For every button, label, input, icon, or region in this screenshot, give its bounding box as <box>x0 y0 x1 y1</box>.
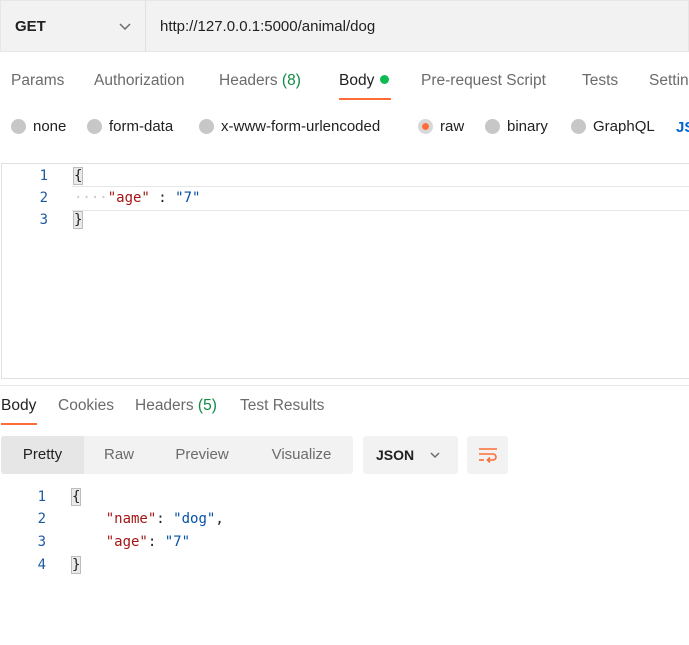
line-number: 3 <box>39 212 48 228</box>
tab-label: Test Results <box>240 397 325 414</box>
editor-line: 3 } <box>2 211 689 234</box>
open-brace: { <box>72 167 84 185</box>
radio-label: form-data <box>109 118 174 135</box>
tab-label: Headers <box>135 397 194 414</box>
request-body-editor[interactable]: 1 { 2 ····"age" : "7" 3 } <box>1 163 689 379</box>
line-number: 3 <box>37 534 46 550</box>
language-label: JSON <box>376 447 415 463</box>
json-key: "age" <box>107 190 150 206</box>
tab-label: Tests <box>582 72 619 89</box>
radio-circle <box>87 119 102 134</box>
radio-label: GraphQL <box>593 118 655 135</box>
line-number: 1 <box>37 489 46 505</box>
radio-circle <box>485 119 500 134</box>
close-brace: } <box>70 556 82 574</box>
response-language-select[interactable]: JSON <box>363 436 458 474</box>
json-separator: : <box>156 511 174 527</box>
tab-label: Body <box>339 72 375 89</box>
editor-line: 2 ····"age" : "7" <box>2 190 689 212</box>
line-number: 1 <box>39 168 48 184</box>
wrap-lines-button[interactable] <box>467 436 508 474</box>
chevron-down-icon <box>119 23 131 31</box>
radio-circle <box>571 119 586 134</box>
radio-graphql[interactable]: GraphQL <box>571 118 655 135</box>
response-line: 2 "name": "dog", <box>0 511 689 534</box>
method-label: GET <box>15 17 46 35</box>
active-tab-underline <box>1 423 37 425</box>
tab-label: Headers <box>219 72 278 89</box>
tab-authorization[interactable]: Authorization <box>94 72 184 90</box>
json-key: "name" <box>105 511 157 527</box>
line-number: 2 <box>39 190 48 206</box>
json-value: "7" <box>175 190 201 206</box>
radio-none[interactable]: none <box>11 118 66 135</box>
open-brace: { <box>70 488 82 506</box>
chevron-down-icon <box>430 452 440 459</box>
radio-circle-selected <box>418 119 433 134</box>
response-format-group: Pretty Raw Preview Visualize <box>1 436 353 474</box>
radio-label: binary <box>507 118 548 135</box>
tab-headers[interactable]: Headers (8) <box>219 72 301 90</box>
tab-label: Pre-request Script <box>421 72 546 89</box>
tab-tests[interactable]: Tests <box>582 72 618 90</box>
pane-divider[interactable] <box>0 385 689 386</box>
json-key: "age" <box>105 534 148 550</box>
radio-label: x-www-form-urlencoded <box>221 118 381 135</box>
active-tab-underline <box>339 98 391 100</box>
tab-pre-request-script[interactable]: Pre-request Script <box>421 72 546 90</box>
tab-label: Authorization <box>94 72 185 89</box>
radio-x-www-form-urlencoded[interactable]: x-www-form-urlencoded <box>199 118 380 135</box>
response-tabs: Body Cookies Headers (5) Test Results <box>0 394 689 428</box>
response-tab-headers[interactable]: Headers (5) <box>135 397 217 415</box>
json-comma: , <box>215 511 224 527</box>
tab-label: Cookies <box>58 397 114 414</box>
tab-label: Params <box>11 72 65 89</box>
tab-label: Settin <box>649 72 689 89</box>
format-pretty-button[interactable]: Pretty <box>1 436 84 474</box>
wrap-lines-icon <box>478 448 497 463</box>
radio-binary[interactable]: binary <box>485 118 548 135</box>
response-body-viewer: 1 { 2 "name": "dog", 3 "age": "7" 4 } <box>0 488 689 588</box>
url-text: http://127.0.0.1:5000/animal/dog <box>160 17 376 35</box>
whitespace-dots: ···· <box>74 190 108 206</box>
radio-raw[interactable]: raw <box>418 118 464 135</box>
radio-form-data[interactable]: form-data <box>87 118 173 135</box>
response-line: 4 } <box>0 556 689 580</box>
headers-count: (8) <box>281 72 301 89</box>
format-visualize-button[interactable]: Visualize <box>250 436 353 474</box>
language-select-link[interactable]: JS <box>676 119 689 136</box>
format-raw-button[interactable]: Raw <box>84 436 154 474</box>
tab-body[interactable]: Body <box>339 72 390 90</box>
url-input[interactable]: http://127.0.0.1:5000/animal/dog <box>145 0 689 52</box>
response-line: 3 "age": "7" <box>0 534 689 557</box>
tab-params[interactable]: Params <box>11 72 64 90</box>
json-separator: : <box>149 190 176 206</box>
headers-count: (5) <box>197 397 217 414</box>
line-number: 2 <box>37 511 46 527</box>
response-tab-cookies[interactable]: Cookies <box>58 397 114 415</box>
json-value: "dog" <box>173 511 216 527</box>
response-line: 1 { <box>0 488 689 512</box>
body-type-options: none form-data x-www-form-urlencoded raw… <box>0 114 689 142</box>
line-number: 4 <box>37 557 46 573</box>
close-brace: } <box>72 211 84 229</box>
request-tabs: Params Authorization Headers (8) Body Pr… <box>0 66 689 106</box>
radio-circle <box>11 119 26 134</box>
tab-settings[interactable]: Settin <box>649 72 689 90</box>
radio-circle <box>199 119 214 134</box>
url-bar: GET http://127.0.0.1:5000/animal/dog <box>0 0 689 52</box>
editor-line: 1 { <box>2 167 689 190</box>
body-indicator-dot <box>380 75 390 85</box>
json-value: "7" <box>164 534 191 550</box>
json-separator: : <box>147 534 165 550</box>
radio-label: none <box>33 118 67 135</box>
response-tab-test-results[interactable]: Test Results <box>240 397 324 415</box>
tab-label: Body <box>1 397 37 414</box>
method-select[interactable]: GET <box>0 0 145 52</box>
radio-label: raw <box>440 118 465 135</box>
response-tab-body[interactable]: Body <box>1 397 36 415</box>
format-preview-button[interactable]: Preview <box>154 436 250 474</box>
